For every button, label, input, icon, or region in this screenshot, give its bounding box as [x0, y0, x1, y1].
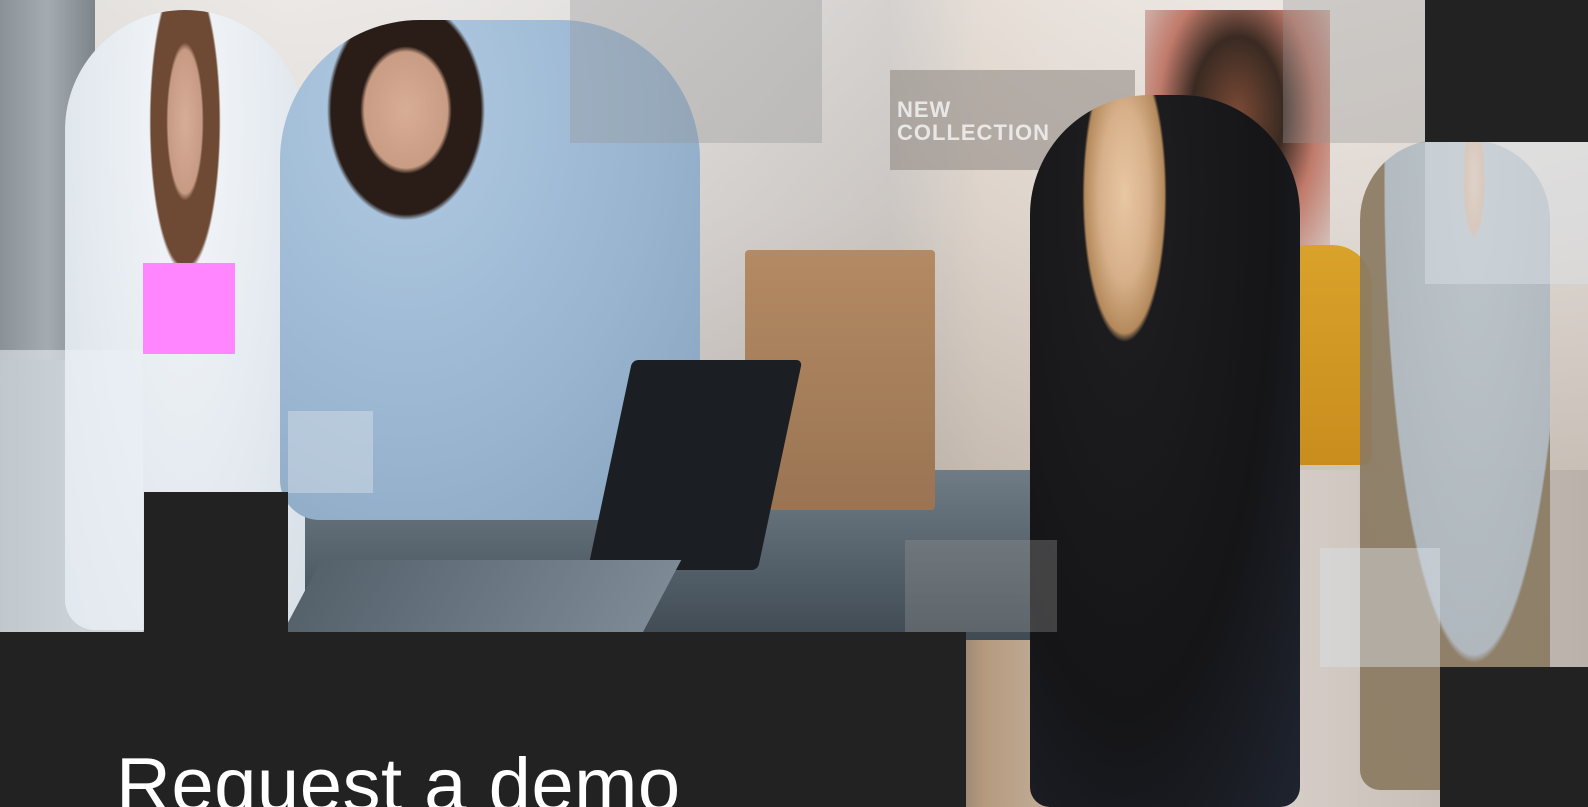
overlay-tile [1320, 548, 1440, 667]
overlay-tile [0, 492, 143, 632]
overlay-tile [144, 492, 288, 632]
customer-woman [1030, 95, 1300, 807]
overlay-tile [570, 0, 822, 143]
store-sign-text: NEW COLLECTION [897, 97, 1050, 146]
overlay-tile [905, 540, 1057, 632]
overlay-tile [288, 411, 373, 493]
overlay-tile [1283, 0, 1425, 143]
accent-square [143, 263, 235, 354]
overlay-tile [1425, 142, 1588, 284]
overlay-tile [1440, 667, 1588, 807]
overlay-tile [1425, 0, 1588, 142]
overlay-tile [0, 350, 143, 492]
hero-section: NEW COLLECTION Request a demo [0, 0, 1588, 807]
laptop [278, 560, 682, 640]
page-title: Request a demo [116, 743, 681, 807]
